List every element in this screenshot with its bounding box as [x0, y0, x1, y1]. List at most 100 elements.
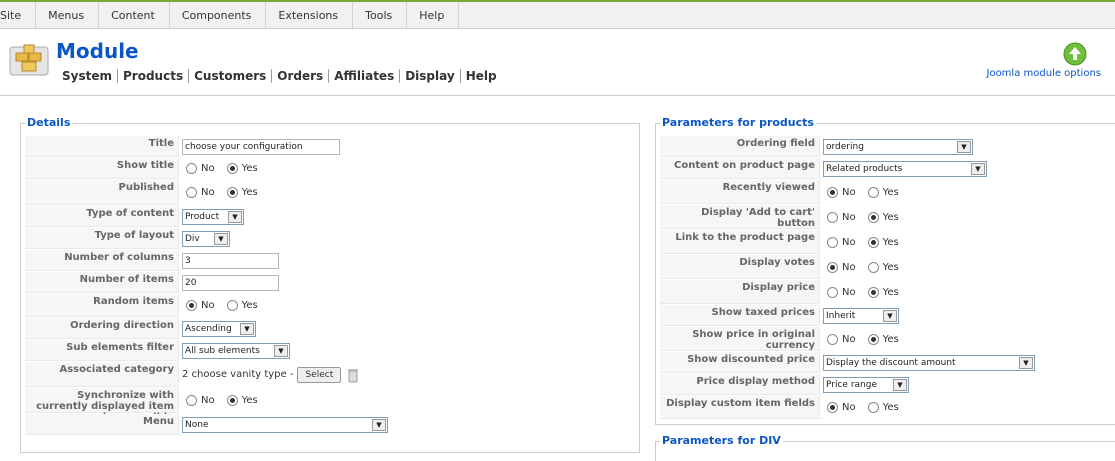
orig-currency-no-radio[interactable] [827, 333, 838, 345]
random-items-no-radio[interactable] [186, 300, 197, 311]
chevron-down-icon: ▼ [971, 162, 985, 175]
row-random-items: Random items No Yes [25, 294, 635, 318]
type-layout-label: Type of layout [25, 228, 179, 249]
chevron-down-icon: ▼ [883, 309, 897, 322]
price-method-value: Price range [826, 379, 877, 390]
row-type-layout: Type of layout Div ▼ [25, 228, 635, 250]
div-params-fieldset: Parameters for DIV [655, 434, 1115, 461]
no-label: No [842, 402, 856, 413]
title-input[interactable]: choose your configuration [182, 138, 340, 155]
chevron-down-icon: ▼ [228, 210, 242, 223]
discounted-price-value: Display the discount amount [826, 357, 956, 368]
details-legend: Details [25, 116, 73, 129]
recently-viewed-no-radio[interactable] [827, 186, 838, 198]
link-product-yes-radio[interactable] [867, 236, 879, 248]
menu-extensions[interactable]: Extensions [266, 2, 354, 28]
taxed-prices-select[interactable]: Inherit ▼ [823, 307, 899, 324]
row-associated-category: Associated category 2 choose vanity type… [25, 362, 635, 388]
row-original-currency: Show price in original currency No Yes [660, 327, 1111, 352]
ordering-direction-select[interactable]: Ascending ▼ [182, 320, 256, 337]
custom-fields-yes-radio[interactable] [867, 402, 879, 413]
menu-select[interactable]: None ▼ [182, 416, 388, 433]
no-label: No [201, 163, 215, 174]
row-num-items: Number of items 20 [25, 272, 635, 294]
title-label: Title [25, 136, 179, 157]
no-label: No [842, 211, 856, 223]
subnav-affiliates[interactable]: Affiliates [329, 69, 401, 83]
orig-currency-yes-radio[interactable] [867, 333, 879, 345]
up-arrow-icon [1063, 42, 1087, 66]
num-columns-input[interactable]: 3 [182, 252, 279, 269]
price-method-select[interactable]: Price range ▼ [823, 376, 909, 393]
add-cart-no-radio[interactable] [827, 211, 838, 223]
subnav-orders[interactable]: Orders [272, 69, 330, 83]
chevron-down-icon: ▼ [893, 378, 907, 391]
sub-navigation: System Products Customers Orders Affilia… [62, 69, 502, 83]
num-columns-label: Number of columns [25, 250, 179, 271]
add-cart-yes-radio[interactable] [867, 211, 879, 223]
row-published: Published No Yes [25, 180, 635, 206]
votes-label: Display votes [660, 255, 820, 279]
row-type-content: Type of content Product ▼ [25, 206, 635, 228]
original-currency-label: Show price in original currency [660, 327, 820, 351]
subnav-customers[interactable]: Customers [189, 69, 273, 83]
subnav-products[interactable]: Products [118, 69, 190, 83]
votes-no-radio[interactable] [827, 261, 838, 273]
no-label: No [842, 286, 856, 298]
subnav-help[interactable]: Help [461, 69, 502, 83]
chevron-down-icon: ▼ [957, 140, 971, 153]
custom-fields-no-radio[interactable] [827, 402, 838, 413]
ordering-direction-value: Ascending [185, 323, 232, 334]
num-items-label: Number of items [25, 272, 179, 293]
details-fieldset: Details Title choose your configuration … [20, 116, 640, 453]
published-no-radio[interactable] [186, 187, 197, 198]
content-page-select[interactable]: Related products ▼ [823, 160, 987, 177]
recently-viewed-yes-radio[interactable] [867, 186, 879, 198]
price-no-radio[interactable] [827, 286, 838, 298]
type-content-select[interactable]: Product ▼ [182, 208, 244, 225]
price-yes-radio[interactable] [867, 286, 879, 298]
no-label: No [842, 186, 856, 198]
synchronize-label: Synchronize with currently displayed ite… [25, 388, 179, 423]
sync-yes-radio[interactable] [226, 395, 238, 406]
joomla-options-link[interactable]: Joomla module options [981, 42, 1101, 79]
yes-label: Yes [241, 187, 258, 198]
products-legend: Parameters for products [660, 116, 816, 129]
associated-category-value: 2 choose vanity type - [182, 369, 294, 380]
price-method-label: Price display method [660, 374, 820, 395]
no-label: No [842, 261, 856, 273]
menu-tools[interactable]: Tools [353, 2, 408, 28]
type-layout-select[interactable]: Div ▼ [182, 230, 230, 247]
row-ordering-direction: Ordering direction Ascending ▼ [25, 318, 635, 340]
sub-filter-select[interactable]: All sub elements ▼ [182, 342, 290, 359]
module-icon [8, 41, 50, 77]
no-label: No [201, 395, 215, 406]
menu-menus[interactable]: Menus [36, 2, 100, 28]
num-items-input[interactable]: 20 [182, 274, 279, 291]
show-title-yes-radio[interactable] [226, 163, 238, 174]
ordering-field-select[interactable]: ordering ▼ [823, 138, 973, 155]
random-items-yes-radio[interactable] [226, 300, 238, 311]
votes-yes-radio[interactable] [867, 261, 879, 273]
sync-no-radio[interactable] [186, 395, 197, 406]
menu-site[interactable]: Site [0, 2, 37, 28]
row-link-product: Link to the product page No Yes [660, 230, 1111, 255]
subnav-system[interactable]: System [62, 69, 118, 83]
link-product-no-radio[interactable] [827, 236, 838, 248]
discounted-price-select[interactable]: Display the discount amount ▼ [823, 354, 1035, 371]
show-title-no-radio[interactable] [186, 163, 197, 174]
type-content-label: Type of content [25, 206, 179, 227]
yes-label: Yes [882, 333, 899, 345]
menu-help[interactable]: Help [407, 2, 460, 28]
ordering-field-value: ordering [826, 141, 864, 152]
select-button[interactable]: Select [297, 366, 342, 383]
chevron-down-icon: ▼ [240, 322, 254, 335]
row-custom-fields: Display custom item fields No Yes [660, 396, 1111, 420]
yes-label: Yes [882, 261, 899, 273]
trash-icon[interactable] [347, 367, 359, 383]
subnav-display[interactable]: Display [400, 69, 461, 83]
sub-filter-label: Sub elements filter [25, 340, 179, 361]
published-yes-radio[interactable] [226, 187, 238, 198]
menu-components[interactable]: Components [170, 2, 267, 28]
menu-content[interactable]: Content [99, 2, 170, 28]
